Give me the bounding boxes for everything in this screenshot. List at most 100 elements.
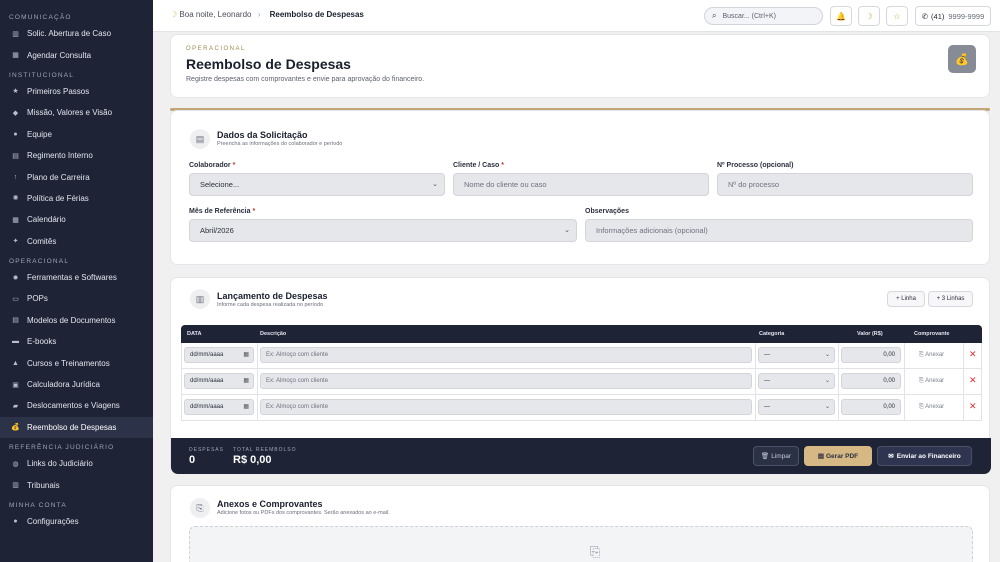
delete-row-button[interactable]: ✕ (969, 401, 977, 412)
search-input[interactable]: ⌕ Buscar... (Ctrl+K) (704, 7, 823, 25)
sidebar-item[interactable]: ● Equipe (0, 124, 153, 145)
sidebar-item-label: Comitês (27, 236, 57, 246)
section-title: Dados da Solicitação (217, 130, 308, 140)
descricao-input[interactable]: Ex: Almoço com cliente (260, 373, 752, 389)
sidebar-item-label: Links do Judiciário (27, 459, 93, 469)
sidebar-item[interactable]: ▦ Calendário (0, 209, 153, 230)
cliente-input[interactable]: Nome do cliente ou caso (453, 173, 709, 196)
money-bag-icon: 💰 (11, 424, 20, 432)
moon-icon: ☽ (865, 11, 873, 21)
phone-number: 9999-9999 (948, 11, 985, 21)
anexar-button[interactable]: ⎘ Anexar (919, 378, 944, 385)
categoria-value: — (764, 378, 770, 384)
sidebar-item[interactable]: ▤ Modelos de Documentos (0, 310, 153, 331)
sidebar-item[interactable]: ● Configurações (0, 511, 153, 532)
sidebar-item-label: POPs (27, 294, 48, 304)
sidebar-item-label: Calculadora Jurídica (27, 380, 100, 390)
add-line-button[interactable]: + Linha (887, 291, 925, 307)
sidebar-item-label: Calendário (27, 215, 66, 225)
sidebar-item[interactable]: ▥ Solic. Abertura de Caso (0, 23, 153, 44)
table-row: dd/mm/aaaa ▦ Ex: Almoço com cliente — ⌄ … (181, 369, 982, 395)
valor-input[interactable]: 0,00 (841, 373, 901, 389)
sidebar-item[interactable]: ▥ Tribunais (0, 474, 153, 495)
cell-divider (755, 343, 756, 369)
table-header: DATA Descrição Categoria Valor (R$) Comp… (181, 325, 982, 343)
theme-toggle-button[interactable]: ☽ (858, 6, 880, 26)
notifications-button[interactable]: 🔔 (830, 6, 852, 26)
colaborador-label: Colaborador * (189, 162, 236, 169)
observacoes-input[interactable]: Informações adicionais (opcional) (585, 219, 973, 242)
gerar-pdf-button[interactable]: ▤ Gerar PDF (804, 446, 872, 466)
sidebar-item-label: Deslocamentos e Viagens (27, 401, 120, 411)
sidebar-item-label: E-books (27, 337, 57, 347)
sidebar-item[interactable]: ▭ POPs (0, 288, 153, 309)
categoria-select[interactable]: — ⌄ (758, 373, 835, 389)
phone-button[interactable]: ✆ (41) 9999-9999 (915, 6, 991, 26)
sidebar-item[interactable]: ▲ Cursos e Treinamentos (0, 352, 153, 373)
cell-divider (963, 369, 964, 395)
valor-input[interactable]: 0,00 (841, 399, 901, 415)
delete-row-button[interactable]: ✕ (969, 375, 977, 386)
colaborador-select[interactable]: Selecione... ⌄ (189, 173, 445, 196)
email-icon: ✉ (888, 453, 894, 460)
upload-dropzone[interactable]: ⎘ (189, 526, 973, 562)
valor-input[interactable]: 0,00 (841, 347, 901, 363)
favorites-button[interactable]: ☆ (886, 6, 908, 26)
anexar-label: Anexar (925, 352, 945, 358)
mes-select[interactable]: Abril/2026 ⌄ (189, 219, 577, 242)
sidebar-item[interactable]: ◍ Links do Judiciário (0, 453, 153, 474)
sidebar-item[interactable]: ✺ Política de Férias (0, 188, 153, 209)
sidebar-item[interactable]: 💰 Reembolso de Despesas (0, 416, 153, 439)
limpar-button[interactable]: 🗑 Limpar (753, 446, 799, 466)
date-input[interactable]: dd/mm/aaaa ▦ (184, 373, 254, 389)
anexos-card: ⎘ Anexos e Comprovantes Adicione fotos o… (170, 485, 990, 562)
descricao-input[interactable]: Ex: Almoço com cliente (260, 399, 752, 415)
sidebar-item-label: Modelos de Documentos (27, 315, 116, 325)
star-icon: ★ (12, 88, 19, 96)
section-title: Anexos e Comprovantes (217, 499, 323, 509)
sidebar-item[interactable]: ▣ Calculadora Jurídica (0, 374, 153, 395)
processo-input[interactable]: Nº do processo (717, 173, 973, 196)
anexar-button[interactable]: ⎘ Anexar (919, 404, 944, 411)
date-input[interactable]: dd/mm/aaaa ▦ (184, 399, 254, 415)
paperclip-icon: ⎘ (919, 352, 924, 358)
sidebar-item[interactable]: ★ Primeiros Passos (0, 81, 153, 102)
user-icon: ● (13, 518, 18, 525)
sidebar-item-label: Cursos e Treinamentos (27, 358, 110, 368)
trash-icon: 🗑 (760, 453, 770, 460)
chevron-down-icon: ⌄ (824, 352, 830, 358)
cell-divider (257, 369, 258, 395)
sidebar-item[interactable]: ▰ Deslocamentos e Viagens (0, 395, 153, 416)
sidebar-item[interactable]: ◆ Missão, Valores e Visão (0, 102, 153, 123)
calculator-icon: ▣ (12, 381, 19, 389)
sidebar-item-label: Política de Férias (27, 193, 89, 203)
sidebar-item[interactable]: ▬ E-books (0, 331, 153, 352)
categoria-select[interactable]: — ⌄ (758, 399, 835, 415)
sidebar-item[interactable]: ▤ Regimento Interno (0, 145, 153, 166)
clipboard-icon: ▭ (12, 295, 19, 303)
date-input[interactable]: dd/mm/aaaa ▦ (184, 347, 254, 363)
sidebar-item[interactable]: ✦ Comitês (0, 231, 153, 252)
gear-icon: ✹ (12, 274, 19, 282)
sidebar-item-label: Regimento Interno (27, 151, 93, 161)
page-overline: OPERACIONAL (186, 46, 246, 52)
sidebar-item[interactable]: ▦ Agendar Consulta (0, 44, 153, 65)
categoria-select[interactable]: — ⌄ (758, 347, 835, 363)
delete-row-button[interactable]: ✕ (969, 349, 977, 360)
sidebar-item[interactable]: ↑ Plano de Carreira (0, 166, 153, 187)
globe-icon: ◍ (12, 460, 19, 468)
sidebar-item-label: Solic. Abertura de Caso (27, 29, 112, 39)
car-icon: ▰ (12, 402, 19, 410)
anexar-button[interactable]: ⎘ Anexar (919, 352, 944, 359)
table-row: dd/mm/aaaa ▦ Ex: Almoço com cliente — ⌄ … (181, 395, 982, 421)
observacoes-placeholder: Informações adicionais (opcional) (596, 226, 708, 235)
cell-divider (963, 343, 964, 369)
enviar-financeiro-button[interactable]: ✉ Enviar ao Financeiro (877, 446, 972, 466)
document-icon: ▤ (12, 317, 19, 325)
paperclip-icon: ⎘ (919, 378, 924, 384)
cell-divider (904, 343, 905, 369)
add-3-lines-button[interactable]: + 3 Linhas (928, 291, 973, 307)
sidebar-item-label: Tribunais (27, 480, 60, 490)
sidebar-item[interactable]: ✹ Ferramentas e Softwares (0, 267, 153, 288)
descricao-input[interactable]: Ex: Almoço com cliente (260, 347, 752, 363)
